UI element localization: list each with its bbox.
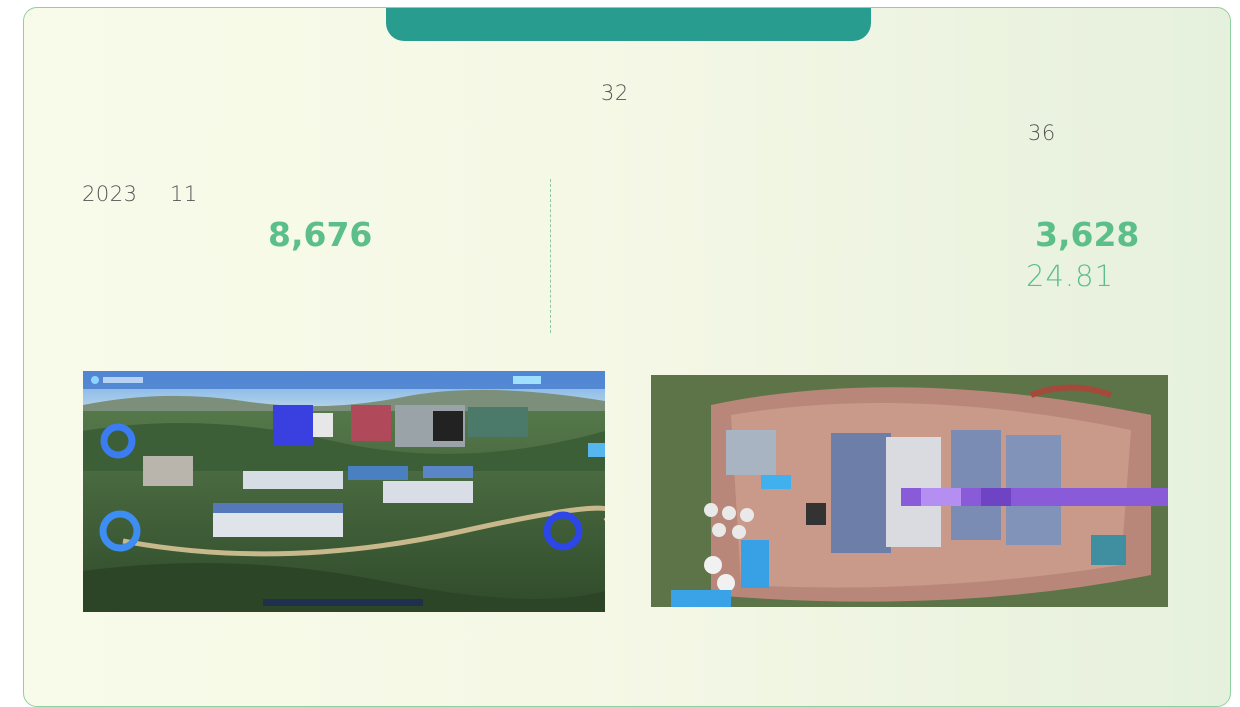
content-card: 32 36 2023 11 8,676 3,628 24.81	[23, 7, 1231, 707]
plant-aerial-graphic	[651, 375, 1168, 607]
right-stat-sub-value: 24.81	[1026, 259, 1115, 293]
plant-aerial-photo	[651, 375, 1168, 607]
year-label: 2023	[82, 182, 138, 206]
month-label: 11	[170, 182, 198, 206]
right-number: 36	[1028, 121, 1056, 145]
left-stat-value: 8,676	[268, 215, 373, 254]
header-tab	[386, 8, 871, 41]
right-stat-value: 3,628	[1035, 215, 1140, 254]
plant-3d-model-graphic	[83, 371, 605, 612]
section-divider	[550, 179, 551, 333]
plant-3d-model-image	[83, 371, 605, 612]
top-number: 32	[601, 81, 629, 105]
